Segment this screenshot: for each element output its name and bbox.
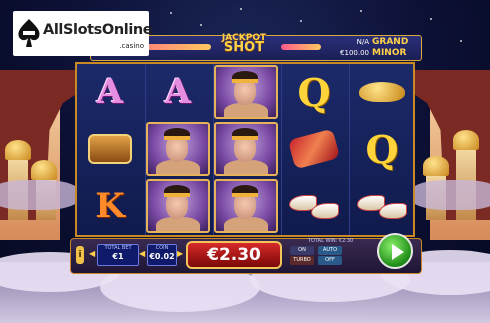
symbol-cell — [349, 178, 415, 234]
aladdin-portrait-icon — [146, 122, 210, 176]
symbol-cell — [281, 121, 347, 177]
aladdin-portrait-icon — [146, 179, 210, 233]
symbol-cell — [213, 121, 279, 177]
reel-5: Q — [349, 64, 417, 235]
star — [240, 8, 242, 10]
slippers-icon — [357, 193, 407, 219]
bet-decrease-button[interactable]: ◀ — [89, 244, 95, 264]
reels-area: A K A Q Q — [75, 62, 415, 237]
total-bet-display: TOTAL BET €1 — [97, 244, 139, 266]
logo-sub: .casino — [119, 42, 144, 50]
spade-icon — [18, 19, 40, 47]
symbol-a: A — [164, 72, 192, 112]
aladdin-portrait-icon — [214, 179, 278, 233]
reel-1: A K — [77, 64, 146, 235]
star — [300, 20, 302, 22]
star — [360, 10, 362, 12]
turbo-button[interactable]: TURBO — [290, 256, 314, 265]
symbol-cell — [213, 64, 279, 120]
star — [460, 40, 462, 42]
jackpot-shot-logo: JACKPOT SHOT — [221, 33, 267, 55]
symbol-cell: Q — [281, 64, 347, 120]
win-amount-display: €2.30 — [186, 241, 282, 269]
jackpot-values: N/A GRAND €100.00 MINOR — [325, 36, 420, 58]
star — [200, 24, 202, 26]
treasure-chest-icon — [88, 134, 132, 164]
aladdin-portrait-icon — [214, 65, 278, 119]
magic-carpet-icon — [287, 128, 341, 170]
coin-display: COIN €0.02 — [147, 244, 177, 266]
slippers-icon — [289, 193, 339, 219]
symbol-cell — [281, 178, 347, 234]
symbol-q: Q — [297, 69, 331, 115]
symbol-a: A — [96, 72, 124, 112]
magic-lamp-icon — [359, 82, 405, 102]
auto-off-toggle[interactable]: OFF — [318, 256, 342, 265]
jackpot-minor: €100.00 MINOR — [340, 47, 407, 58]
total-win-label: TOTAL WIN: €2.30 — [308, 238, 354, 244]
symbol-cell — [349, 64, 415, 120]
allslotsonline-logo: AllSlotsOnline .casino — [13, 11, 153, 56]
reel-4: Q — [281, 64, 350, 235]
star — [430, 18, 432, 20]
aladdin-portrait-icon — [214, 122, 278, 176]
symbol-cell: A — [145, 64, 211, 120]
turbo-label: ON — [290, 246, 314, 255]
game-stage: JACKPOT SHOT N/A GRAND €100.00 MINOR All… — [0, 0, 490, 323]
spin-button[interactable] — [377, 233, 413, 269]
symbol-cell — [213, 178, 279, 234]
coin-increase-button[interactable]: ▶ — [177, 244, 183, 264]
jackpot-grand: N/A GRAND — [356, 36, 409, 47]
symbol-cell — [145, 121, 211, 177]
symbol-cell — [145, 178, 211, 234]
symbol-q: Q — [365, 126, 399, 172]
symbol-cell — [77, 121, 143, 177]
auto-button[interactable]: AUTO — [318, 246, 342, 255]
info-button[interactable]: i — [76, 246, 84, 264]
logo-text: AllSlotsOnline — [43, 22, 153, 38]
reel-3 — [213, 64, 282, 235]
symbol-cell: A — [77, 64, 143, 120]
symbol-cell: K — [77, 178, 143, 234]
reel-2: A — [145, 64, 214, 235]
symbol-k: K — [95, 186, 125, 226]
star — [170, 12, 172, 14]
play-icon — [392, 244, 404, 260]
symbol-cell: Q — [349, 121, 415, 177]
coin-decrease-button[interactable]: ◀ — [139, 244, 145, 264]
